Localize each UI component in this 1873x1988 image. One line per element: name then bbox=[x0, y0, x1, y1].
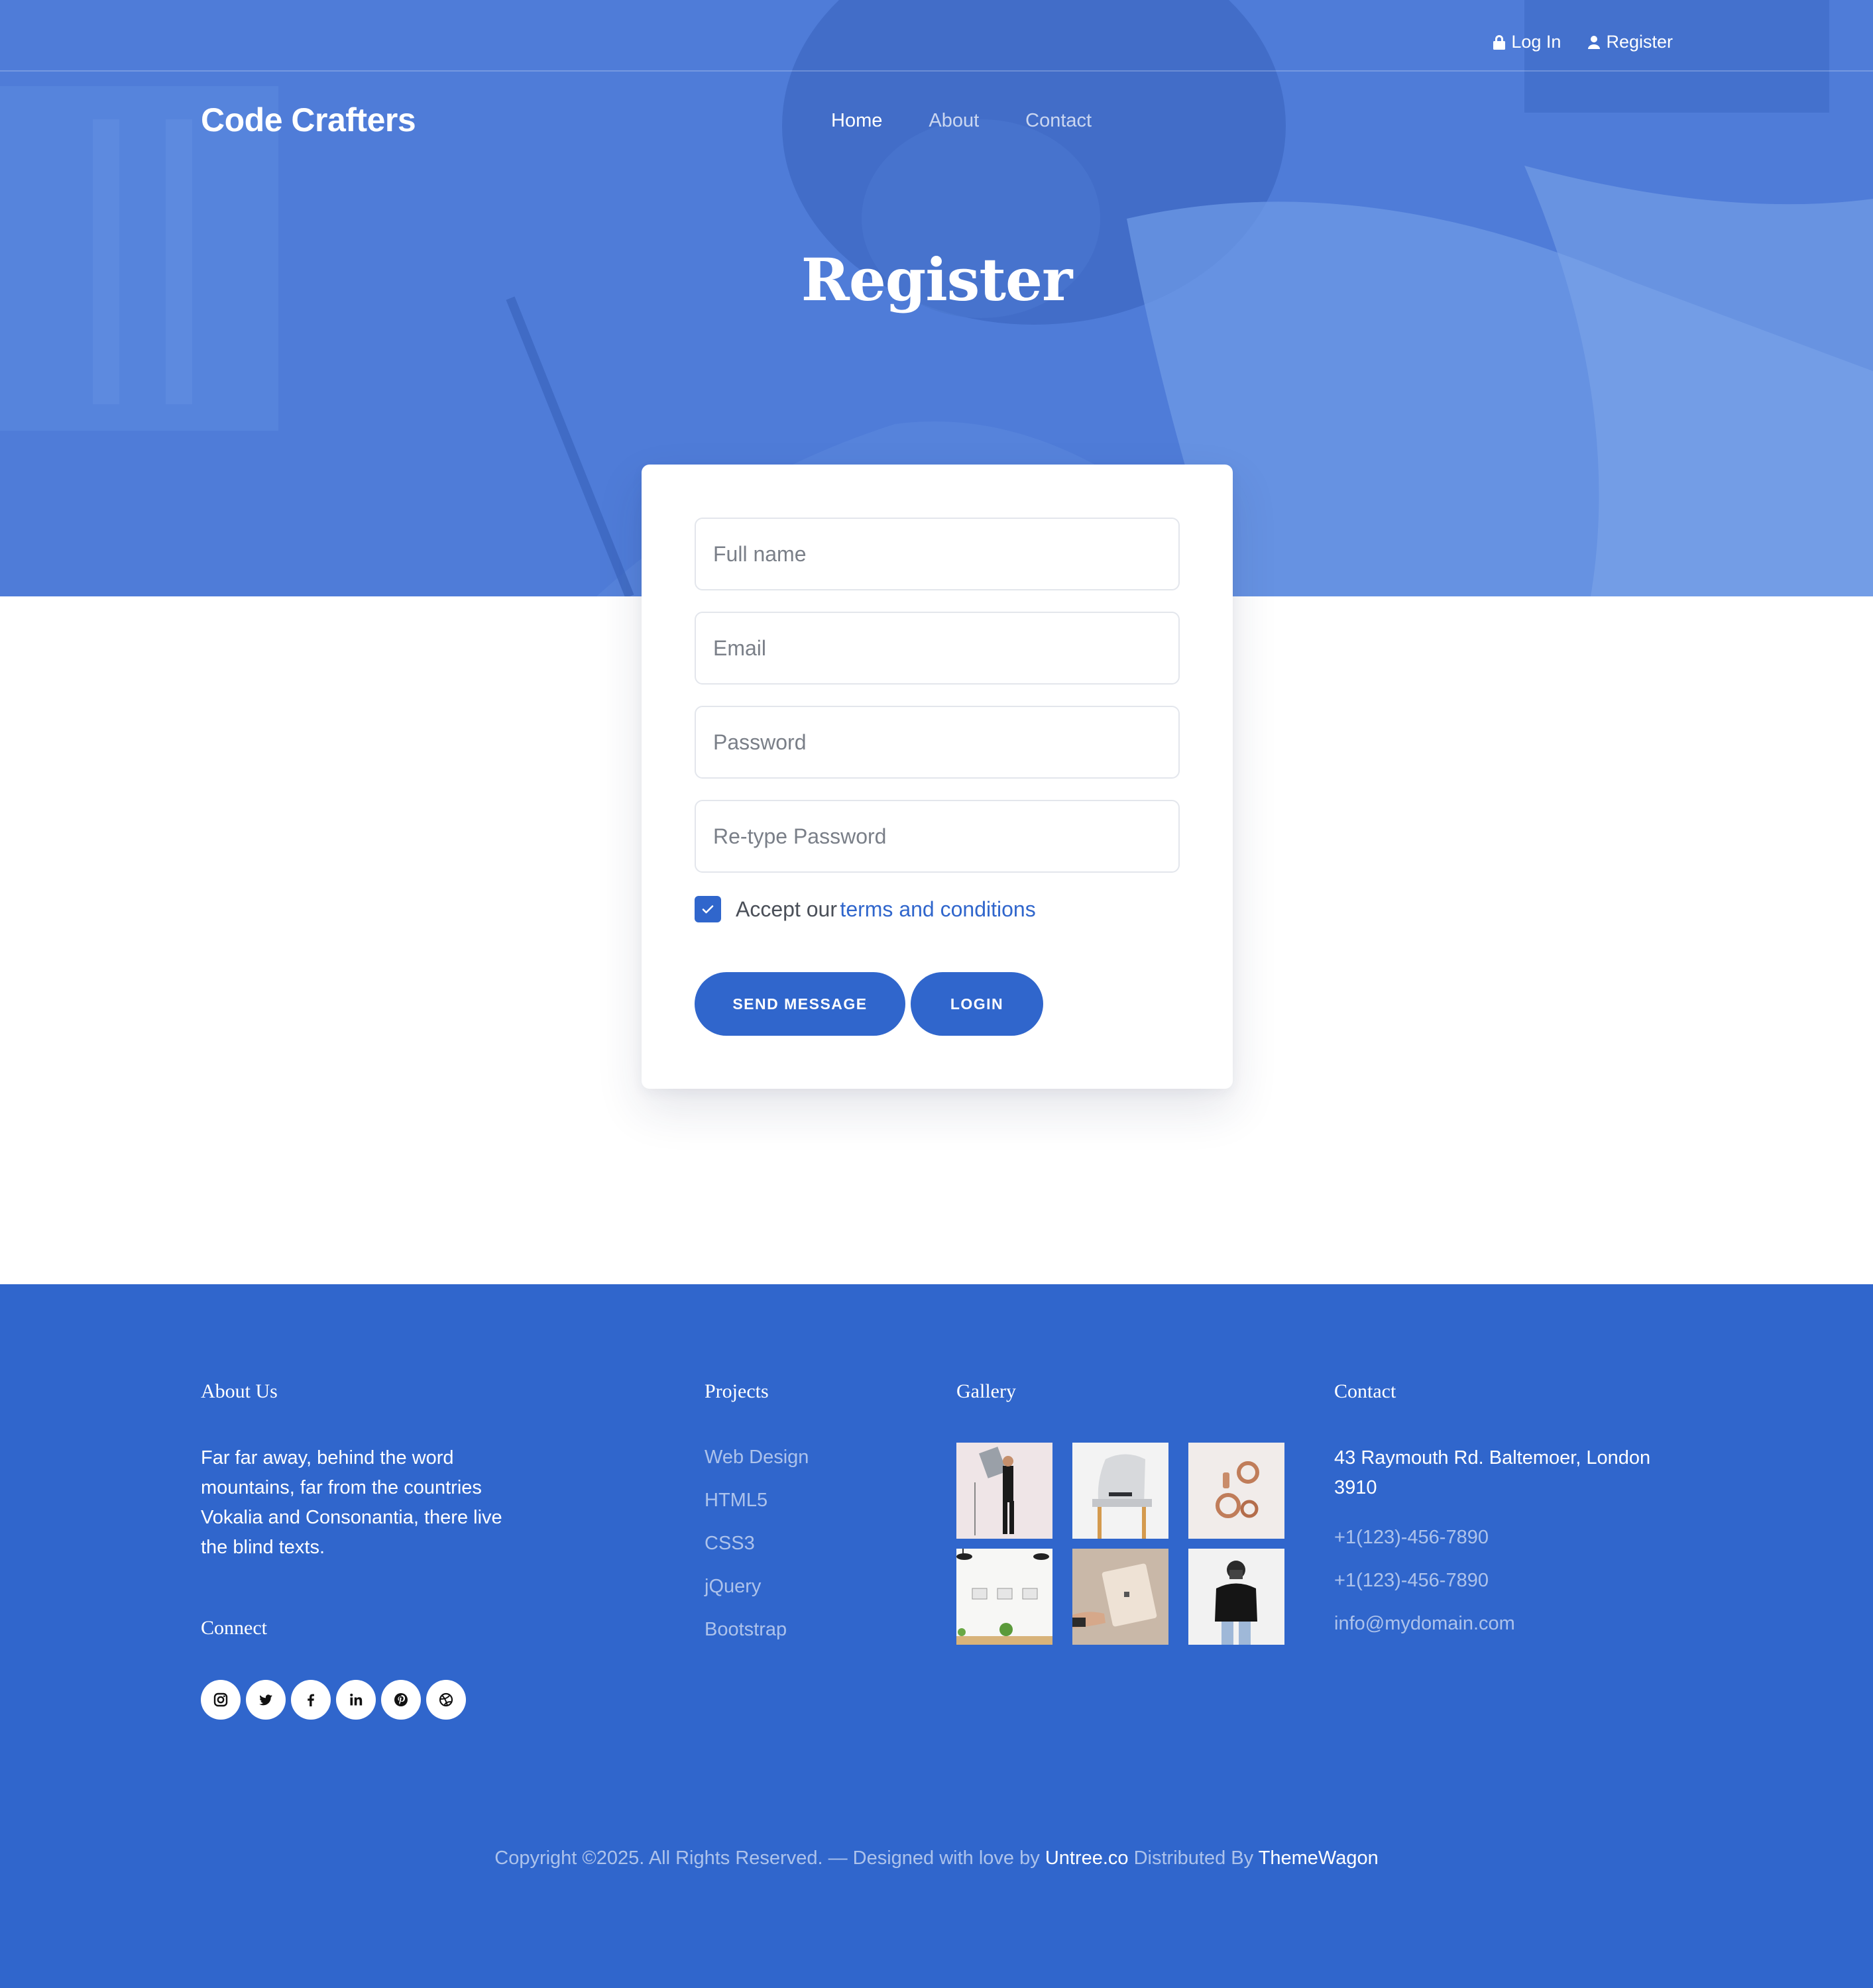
contact-phone-1[interactable]: +1(123)-456-7890 bbox=[1334, 1527, 1489, 1549]
checkmark-icon bbox=[702, 905, 714, 914]
linkedin-link[interactable] bbox=[336, 1680, 376, 1720]
footer-projects-heading: Projects bbox=[705, 1380, 769, 1402]
twitter-icon bbox=[259, 1694, 272, 1706]
terms-link[interactable]: terms and conditions bbox=[840, 897, 1035, 921]
project-link-web-design[interactable]: Web Design bbox=[705, 1447, 809, 1468]
gallery-image-4[interactable] bbox=[956, 1549, 1052, 1645]
nav-item-home[interactable]: Home bbox=[831, 110, 882, 132]
register-link-label: Register bbox=[1606, 32, 1673, 52]
terms-label: Accept our bbox=[736, 897, 837, 921]
gallery-image-1[interactable] bbox=[956, 1443, 1052, 1539]
page-title: Register bbox=[801, 245, 1073, 314]
copyright-distributed: Distributed By bbox=[1133, 1848, 1254, 1869]
login-link[interactable]: Log In bbox=[1493, 32, 1561, 52]
full-name-field[interactable] bbox=[695, 518, 1180, 590]
footer-connect-heading: Connect bbox=[201, 1617, 267, 1639]
footer-about-text: Far far away, behind the word mountains,… bbox=[201, 1447, 502, 1558]
send-message-button[interactable]: SEND MESSAGE bbox=[695, 972, 905, 1036]
retype-password-field[interactable] bbox=[695, 800, 1180, 873]
contact-address: 43 Raymouth Rd. Baltemoer, London 3910 bbox=[1334, 1447, 1651, 1498]
project-link-jquery[interactable]: jQuery bbox=[705, 1576, 761, 1598]
social-links bbox=[201, 1680, 466, 1720]
register-form-card: Accept our terms and conditions SEND MES… bbox=[642, 465, 1233, 1089]
nav-item-about[interactable]: About bbox=[929, 110, 979, 132]
linkedin-icon bbox=[350, 1693, 363, 1706]
instagram-link[interactable] bbox=[201, 1680, 241, 1720]
contact-phone-2[interactable]: +1(123)-456-7890 bbox=[1334, 1570, 1489, 1592]
copyright-text: Copyright ©2025. All Rights Reserved. — … bbox=[0, 1848, 1873, 1869]
terms-row: Accept our terms and conditions bbox=[695, 896, 1036, 922]
brand-logo[interactable]: Code Crafters bbox=[201, 101, 416, 139]
main-nav: Home About Contact bbox=[831, 110, 1092, 132]
contact-email[interactable]: info@mydomain.com bbox=[1334, 1613, 1515, 1635]
top-bar: Log In Register bbox=[0, 0, 1873, 72]
footer-contact-heading: Contact bbox=[1334, 1380, 1396, 1402]
gallery-image-3[interactable] bbox=[1188, 1443, 1284, 1539]
pinterest-link[interactable] bbox=[381, 1680, 421, 1720]
twitter-link[interactable] bbox=[246, 1680, 286, 1720]
password-field[interactable] bbox=[695, 706, 1180, 779]
main-navbar: Code Crafters Home About Contact bbox=[0, 72, 1873, 168]
pinterest-icon bbox=[394, 1693, 408, 1706]
copyright-prefix: Copyright ©2025. All Rights Reserved. — … bbox=[494, 1848, 1040, 1869]
instagram-icon bbox=[213, 1692, 228, 1707]
lock-icon bbox=[1493, 34, 1506, 50]
login-link-label: Log In bbox=[1511, 32, 1561, 52]
project-link-bootstrap[interactable]: Bootstrap bbox=[705, 1619, 787, 1641]
email-field[interactable] bbox=[695, 612, 1180, 685]
footer-gallery-heading: Gallery bbox=[956, 1380, 1016, 1402]
gallery-image-6[interactable] bbox=[1188, 1549, 1284, 1645]
distributor-link[interactable]: ThemeWagon bbox=[1259, 1848, 1379, 1869]
dribbble-icon bbox=[439, 1692, 453, 1707]
footer-about-heading: About Us bbox=[201, 1380, 278, 1402]
facebook-link[interactable] bbox=[291, 1680, 331, 1720]
user-icon bbox=[1588, 35, 1601, 49]
dribbble-link[interactable] bbox=[426, 1680, 466, 1720]
project-link-html5[interactable]: HTML5 bbox=[705, 1490, 767, 1512]
login-button[interactable]: LOGIN bbox=[911, 972, 1043, 1036]
facebook-icon bbox=[308, 1694, 314, 1706]
register-link[interactable]: Register bbox=[1587, 32, 1673, 52]
project-link-css3[interactable]: CSS3 bbox=[705, 1533, 755, 1555]
gallery-image-5[interactable] bbox=[1072, 1549, 1168, 1645]
terms-checkbox[interactable] bbox=[695, 896, 721, 922]
gallery-image-2[interactable] bbox=[1072, 1443, 1168, 1539]
footer bbox=[0, 1284, 1873, 1988]
designer-link[interactable]: Untree.co bbox=[1045, 1848, 1129, 1869]
nav-item-contact[interactable]: Contact bbox=[1025, 110, 1092, 132]
